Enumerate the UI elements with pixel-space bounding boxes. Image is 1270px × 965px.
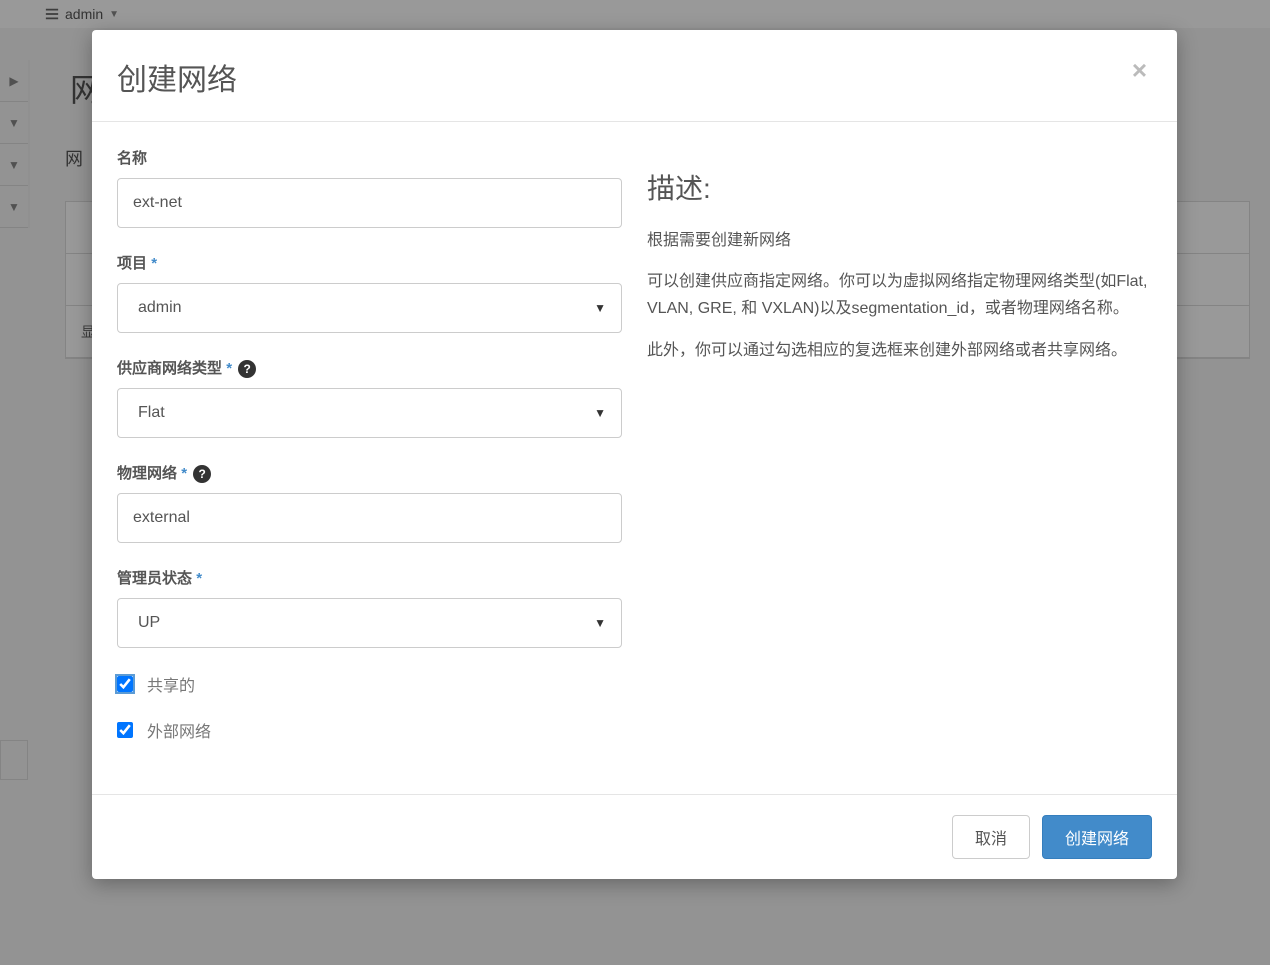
shared-label: 共享的 [147,672,195,696]
physical-network-input[interactable] [117,493,622,543]
help-icon[interactable]: ? [193,465,211,483]
create-network-modal: 创建网络 × 名称 项目 * admin ▼ 供应商网络类型 [92,30,1177,879]
submit-button[interactable]: 创建网络 [1042,815,1152,859]
name-label: 名称 [117,147,622,168]
admin-state-label: 管理员状态 * [117,567,622,588]
required-indicator: * [151,255,157,272]
external-label: 外部网络 [147,718,211,742]
admin-state-select[interactable]: UP ▼ [117,598,622,648]
project-select[interactable]: admin ▼ [117,283,622,333]
provider-type-label: 供应商网络类型 * ? [117,357,622,378]
physical-network-label: 物理网络 * ? [117,462,622,483]
close-icon[interactable]: × [1132,57,1147,83]
external-checkbox[interactable] [117,722,133,738]
name-input[interactable] [117,178,622,228]
description-text: 根据需要创建新网络 [647,227,1152,254]
required-indicator: * [196,570,202,587]
description-text: 可以创建供应商指定网络。你可以为虚拟网络指定物理网络类型(如Flat, VLAN… [647,268,1152,322]
help-icon[interactable]: ? [238,360,256,378]
provider-type-select[interactable]: Flat ▼ [117,388,622,438]
required-indicator: * [181,465,187,482]
project-label: 项目 * [117,252,622,273]
description-title: 描述: [647,167,1152,207]
chevron-down-icon: ▼ [594,301,606,315]
modal-title: 创建网络 [117,55,237,99]
required-indicator: * [226,360,232,377]
shared-checkbox[interactable] [117,676,133,692]
description-text: 此外，你可以通过勾选相应的复选框来创建外部网络或者共享网络。 [647,337,1152,364]
cancel-button[interactable]: 取消 [952,815,1030,859]
chevron-down-icon: ▼ [594,616,606,630]
chevron-down-icon: ▼ [594,406,606,420]
